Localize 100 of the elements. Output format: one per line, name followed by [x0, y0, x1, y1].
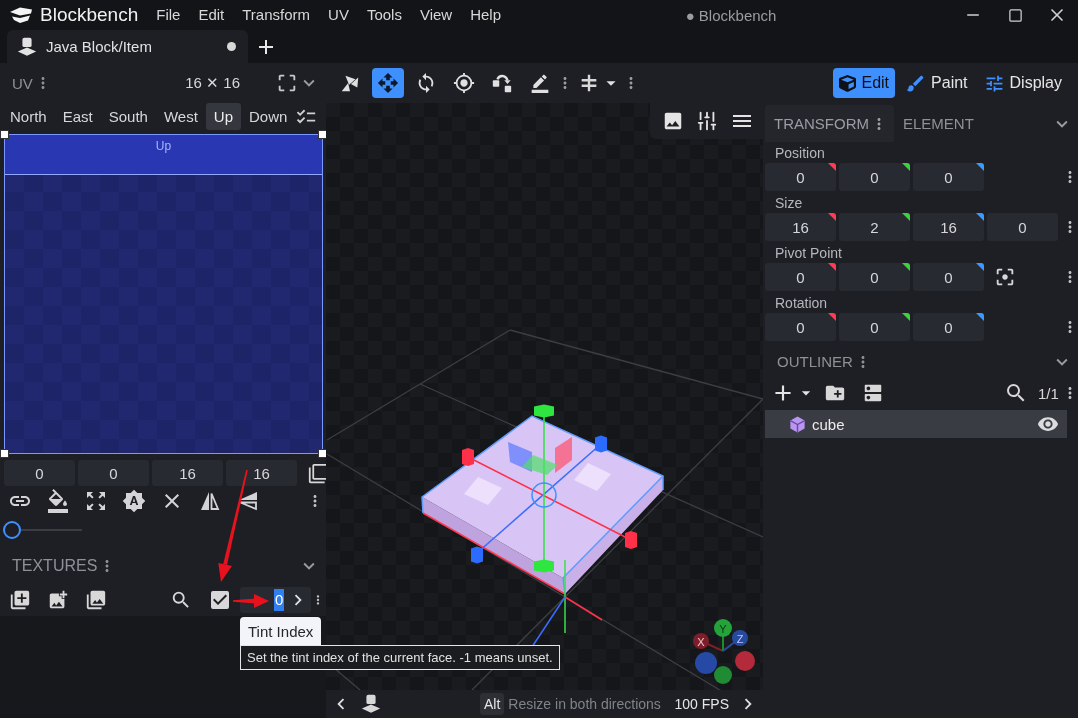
- model-icon[interactable]: [360, 693, 382, 715]
- pivot-ring[interactable]: [531, 482, 557, 508]
- app-name: Blockbench: [40, 4, 139, 26]
- tooltip-title: Tint Index: [240, 617, 322, 645]
- image-library-icon[interactable]: [85, 589, 107, 611]
- outliner-item[interactable]: cube: [765, 410, 1067, 438]
- key-hint: Alt: [480, 693, 505, 715]
- copy-icon[interactable]: [308, 462, 329, 484]
- number-field[interactable]: 16: [765, 213, 836, 241]
- plane-handle[interactable]: [522, 455, 558, 475]
- image-icon[interactable]: [662, 110, 684, 132]
- axis-ball[interactable]: Y: [714, 619, 732, 637]
- snap-arrow-icon: [491, 72, 513, 94]
- field-label: Size: [774, 194, 804, 213]
- panel-title: OUTLINER: [777, 353, 853, 370]
- crosshair-icon: [453, 72, 475, 94]
- tint-index-field[interactable]: 0: [240, 587, 311, 613]
- menu-item[interactable]: View: [410, 0, 462, 30]
- checkbox[interactable]: [208, 588, 232, 612]
- fps-counter: 100 FPS: [674, 696, 729, 712]
- texture-patch: [574, 463, 611, 491]
- maximize-icon[interactable]: [1007, 7, 1023, 23]
- status-hint: Resize in both directions: [508, 696, 661, 712]
- number-field[interactable]: 0: [913, 263, 984, 291]
- face-tab[interactable]: North: [2, 103, 55, 130]
- texture-size: 16 ✕ 16: [185, 74, 240, 92]
- move-handle[interactable]: [534, 404, 554, 418]
- pen-icon: [530, 73, 550, 93]
- cube-icon: [788, 414, 807, 434]
- move-handle[interactable]: [595, 435, 607, 453]
- item-count: 1/1: [1038, 384, 1059, 402]
- menu-item[interactable]: Edit: [189, 0, 234, 30]
- number-field[interactable]: 0: [78, 460, 149, 486]
- panel-title: UV: [12, 74, 33, 92]
- document-tab[interactable]: Java Block/Item: [7, 30, 248, 63]
- menu-item[interactable]: Transform: [233, 0, 320, 30]
- resize-handle[interactable]: [0, 449, 9, 458]
- add-photos-icon[interactable]: [9, 589, 31, 611]
- logo-icon: [9, 6, 33, 24]
- panel-tab[interactable]: ELEMENT: [894, 105, 980, 142]
- number-field[interactable]: 0: [839, 163, 910, 191]
- number-field[interactable]: 0: [913, 313, 984, 341]
- number-field[interactable]: 16: [226, 460, 297, 486]
- axis-ball[interactable]: Z: [732, 630, 748, 646]
- field-label: Pivot Point: [774, 244, 843, 263]
- plane-handle[interactable]: [555, 437, 572, 473]
- menu-item[interactable]: Help: [461, 0, 511, 30]
- stacked-rows-icon[interactable]: [862, 382, 884, 404]
- slider-thumb[interactable]: [3, 521, 21, 539]
- number-field[interactable]: 0: [765, 163, 836, 191]
- mode-tab[interactable]: Paint: [899, 68, 974, 98]
- face-highlight[interactable]: Up: [5, 135, 322, 175]
- move-handle[interactable]: [471, 546, 483, 564]
- field-label: Rotation: [774, 294, 829, 313]
- focus-center-icon[interactable]: [994, 266, 1016, 288]
- fullscreen-icon[interactable]: [276, 72, 298, 94]
- number-field[interactable]: 2: [839, 213, 910, 241]
- model-icon: [16, 35, 38, 58]
- texture-patch: [464, 477, 502, 505]
- face-tab[interactable]: Up: [205, 103, 241, 130]
- tooltip-text: Set the tint index of the current face. -1 means unset.: [240, 645, 560, 670]
- paint-bucket-icon[interactable]: [46, 488, 70, 513]
- resize-handle[interactable]: [0, 130, 9, 139]
- face-tab[interactable]: East: [54, 103, 101, 130]
- menu-item[interactable]: File: [147, 0, 190, 30]
- number-field[interactable]: 16: [152, 460, 223, 486]
- face-tab[interactable]: South: [100, 103, 156, 130]
- number-field[interactable]: 0: [839, 313, 910, 341]
- tint-index-value: 0: [274, 589, 285, 611]
- field-label: Position: [774, 144, 826, 163]
- number-field[interactable]: 0: [839, 263, 910, 291]
- mode-tab[interactable]: Edit: [833, 68, 896, 98]
- arrow-annotation: [233, 594, 269, 608]
- search-icon[interactable]: [170, 589, 192, 611]
- number-field[interactable]: 0: [4, 460, 75, 486]
- menu-item[interactable]: UV: [319, 0, 358, 30]
- move-handle[interactable]: [625, 531, 637, 549]
- panel-title: TEXTURES: [12, 556, 98, 575]
- add-image-icon[interactable]: [47, 589, 69, 611]
- mode-tab[interactable]: Display: [977, 68, 1068, 98]
- number-field[interactable]: 0: [987, 213, 1058, 241]
- number-field[interactable]: 0: [913, 163, 984, 191]
- window-title: ● Blockbench: [685, 6, 777, 24]
- face-tab[interactable]: Down: [241, 103, 296, 130]
- panel-tab[interactable]: TRANSFORM: [765, 105, 894, 142]
- cube-icon: [839, 74, 857, 92]
- number-field[interactable]: 0: [765, 263, 836, 291]
- number-field[interactable]: 0: [765, 313, 836, 341]
- axis-ball[interactable]: [735, 651, 755, 671]
- face-tab[interactable]: West: [155, 103, 206, 130]
- sliders-icon[interactable]: [696, 110, 718, 132]
- menu-item[interactable]: Tools: [357, 0, 411, 30]
- move-arrows-icon: [377, 72, 399, 94]
- move-handle[interactable]: [534, 559, 554, 573]
- number-field[interactable]: 16: [913, 213, 984, 241]
- move-handle[interactable]: [462, 448, 474, 466]
- axis-ball[interactable]: X: [693, 633, 709, 649]
- axis-ball[interactable]: [714, 666, 732, 684]
- auto-badge-icon[interactable]: [122, 488, 146, 513]
- tool-button[interactable]: [372, 68, 404, 98]
